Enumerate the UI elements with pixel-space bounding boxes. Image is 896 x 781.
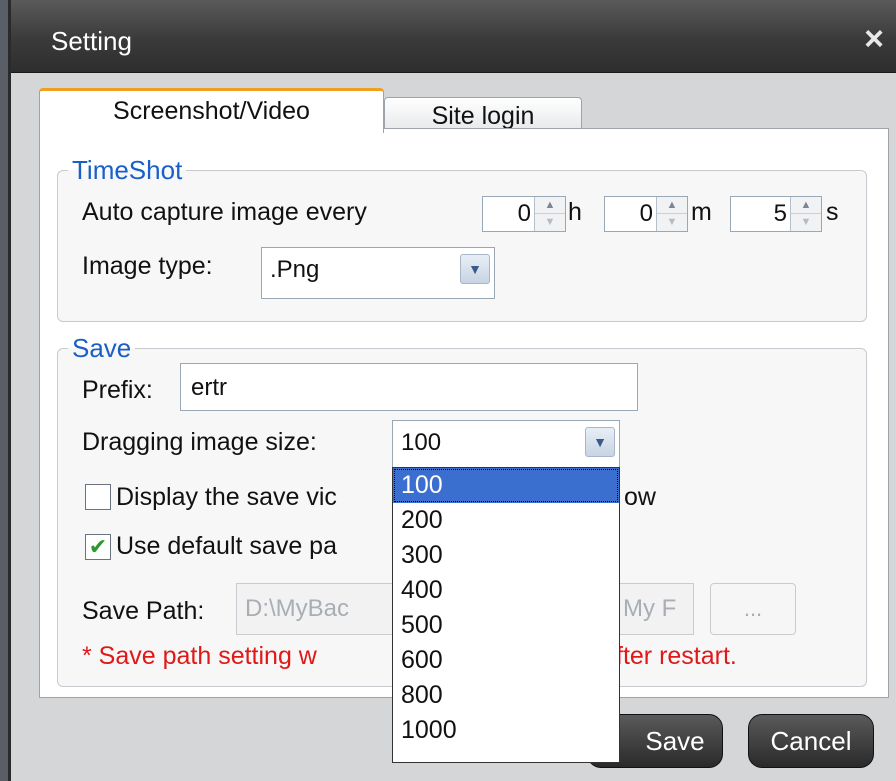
prefix-input[interactable]: ertr — [180, 363, 638, 411]
image-type-value: .Png — [270, 256, 320, 283]
cancel-button[interactable]: Cancel — [748, 714, 874, 768]
display-save-label: Display the save vic — [116, 483, 337, 511]
minutes-unit: m — [691, 198, 712, 226]
dropdown-option[interactable]: 500 — [393, 608, 619, 643]
use-default-path-checkbox[interactable]: ✔ — [85, 534, 111, 560]
dropdown-option[interactable]: 1000 — [393, 713, 619, 748]
arrow-down-icon[interactable]: ▼ — [657, 214, 687, 230]
chevron-down-icon[interactable]: ▼ — [585, 427, 615, 457]
browse-label: ... — [743, 596, 763, 621]
tab-site-login[interactable]: Site login — [384, 97, 582, 131]
save-button-label: Save — [645, 726, 705, 756]
save-path-value-start: D:\MyBac — [245, 595, 350, 622]
minutes-stepper[interactable]: 0 ▲ ▼ — [604, 196, 688, 232]
display-save-checkbox[interactable] — [85, 484, 111, 510]
arrow-up-icon[interactable]: ▲ — [535, 197, 565, 214]
minutes-value: 0 — [639, 200, 653, 227]
close-icon[interactable]: × — [857, 22, 891, 56]
dragging-size-select[interactable]: 100 ▼ — [392, 420, 620, 468]
dragging-size-value: 100 — [401, 429, 442, 456]
browse-button[interactable]: ... — [710, 583, 796, 635]
hours-stepper[interactable]: 0 ▲ ▼ — [482, 196, 566, 232]
hours-value: 0 — [517, 200, 531, 227]
dropdown-option[interactable]: 100 — [393, 468, 619, 503]
arrow-up-icon[interactable]: ▲ — [791, 197, 821, 214]
seconds-value: 5 — [773, 200, 787, 227]
save-path-note-tail: fter restart. — [616, 642, 737, 670]
seconds-stepper[interactable]: 5 ▲ ▼ — [730, 196, 822, 232]
dropdown-option[interactable]: 300 — [393, 538, 619, 573]
arrow-up-icon[interactable]: ▲ — [657, 197, 687, 214]
seconds-unit: s — [826, 198, 839, 226]
title-bar[interactable]: Setting × — [11, 0, 896, 73]
display-save-label-tail: ow — [624, 483, 656, 511]
prefix-value: ertr — [191, 374, 227, 401]
hours-unit: h — [568, 198, 582, 226]
save-legend: Save — [72, 333, 132, 363]
auto-capture-label: Auto capture image every — [82, 198, 367, 226]
checkmark-icon: ✔ — [88, 534, 108, 559]
cancel-button-label: Cancel — [770, 726, 852, 756]
image-type-label: Image type: — [82, 252, 213, 280]
minutes-arrows: ▲ ▼ — [656, 197, 687, 231]
save-path-value-end: My F — [623, 595, 677, 622]
dragging-size-label: Dragging image size: — [82, 428, 317, 456]
dropdown-option[interactable]: 600 — [393, 643, 619, 678]
timeshot-legend: TimeShot — [72, 155, 183, 185]
dialog-title: Setting — [51, 26, 132, 56]
tab-site-login-label: Site login — [431, 102, 535, 130]
arrow-down-icon[interactable]: ▼ — [535, 214, 565, 230]
dragging-size-dropdown: 100 200 300 400 500 600 800 1000 — [392, 467, 620, 763]
tab-screenshot-video-label: Screenshot/Video — [113, 97, 310, 125]
arrow-down-icon[interactable]: ▼ — [791, 214, 821, 230]
use-default-path-label: Use default save pa — [116, 532, 337, 560]
save-path-label: Save Path: — [82, 597, 205, 625]
hours-arrows: ▲ ▼ — [534, 197, 565, 231]
chevron-down-icon[interactable]: ▼ — [460, 254, 490, 284]
dropdown-option[interactable]: 400 — [393, 573, 619, 608]
dropdown-option[interactable]: 800 — [393, 678, 619, 713]
tab-screenshot-video[interactable]: Screenshot/Video — [39, 88, 384, 133]
save-path-note: * Save path setting w — [82, 642, 317, 670]
seconds-arrows: ▲ ▼ — [790, 197, 821, 231]
prefix-label: Prefix: — [82, 376, 153, 404]
image-type-select[interactable]: .Png ▼ — [261, 247, 495, 299]
dropdown-option[interactable]: 200 — [393, 503, 619, 538]
